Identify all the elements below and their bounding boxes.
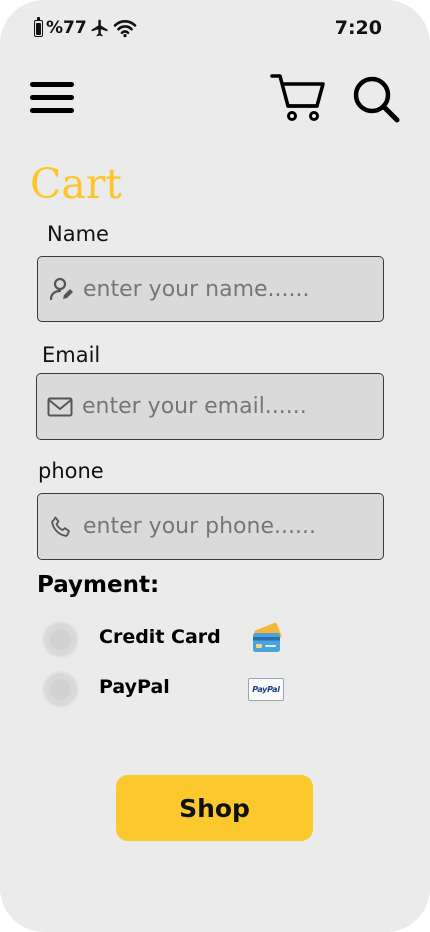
credit-card-label[interactable]: Credit Card [99, 626, 221, 648]
phone-label: phone [38, 459, 104, 483]
menu-icon[interactable] [30, 80, 74, 116]
paypal-icon: PayPal [248, 678, 284, 701]
payment-title: Payment: [37, 572, 160, 598]
phone-input[interactable] [81, 513, 355, 540]
status-time: 7:20 [334, 17, 382, 39]
battery-icon [34, 16, 43, 37]
email-field[interactable] [36, 373, 384, 440]
cart-icon[interactable] [270, 72, 326, 122]
name-field[interactable] [37, 256, 384, 322]
search-icon[interactable] [352, 75, 400, 123]
paypal-icon-text: PayPal [252, 685, 280, 694]
wifi-icon [113, 20, 137, 38]
email-input[interactable] [80, 393, 354, 420]
credit-card-icon [253, 622, 282, 652]
credit-card-radio[interactable] [42, 621, 79, 658]
name-label: Name [47, 222, 109, 246]
page-title: Cart [30, 160, 122, 208]
shop-button[interactable]: Shop [116, 775, 313, 841]
status-bar: %77 7:20 [0, 14, 430, 46]
battery-percent: %77 [46, 18, 87, 38]
phone-icon [47, 513, 75, 541]
phone-field[interactable] [37, 493, 384, 560]
email-label: Email [42, 343, 101, 367]
phone-screen: %77 7:20 Cart Name enter your name......… [0, 0, 430, 932]
mail-icon [46, 393, 74, 421]
paypal-radio[interactable] [42, 671, 79, 708]
user-icon [47, 275, 75, 303]
paypal-label[interactable]: PayPal [99, 676, 170, 698]
status-left: %77 [34, 16, 137, 38]
airplane-icon [91, 19, 108, 37]
name-input[interactable] [81, 275, 355, 303]
